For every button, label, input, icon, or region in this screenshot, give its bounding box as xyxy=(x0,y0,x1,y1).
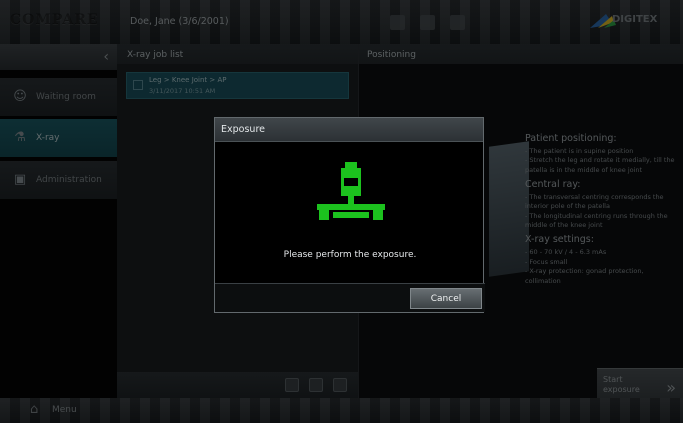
dialog-footer: Cancel xyxy=(215,283,485,312)
dialog-title: Exposure xyxy=(215,118,483,142)
cancel-button[interactable]: Cancel xyxy=(410,288,482,309)
xray-exposure-icon xyxy=(317,162,385,220)
dialog-message: Please perform the exposure. xyxy=(283,250,417,260)
exposure-dialog: Exposure Please perform the exposure. Ca… xyxy=(214,117,485,313)
